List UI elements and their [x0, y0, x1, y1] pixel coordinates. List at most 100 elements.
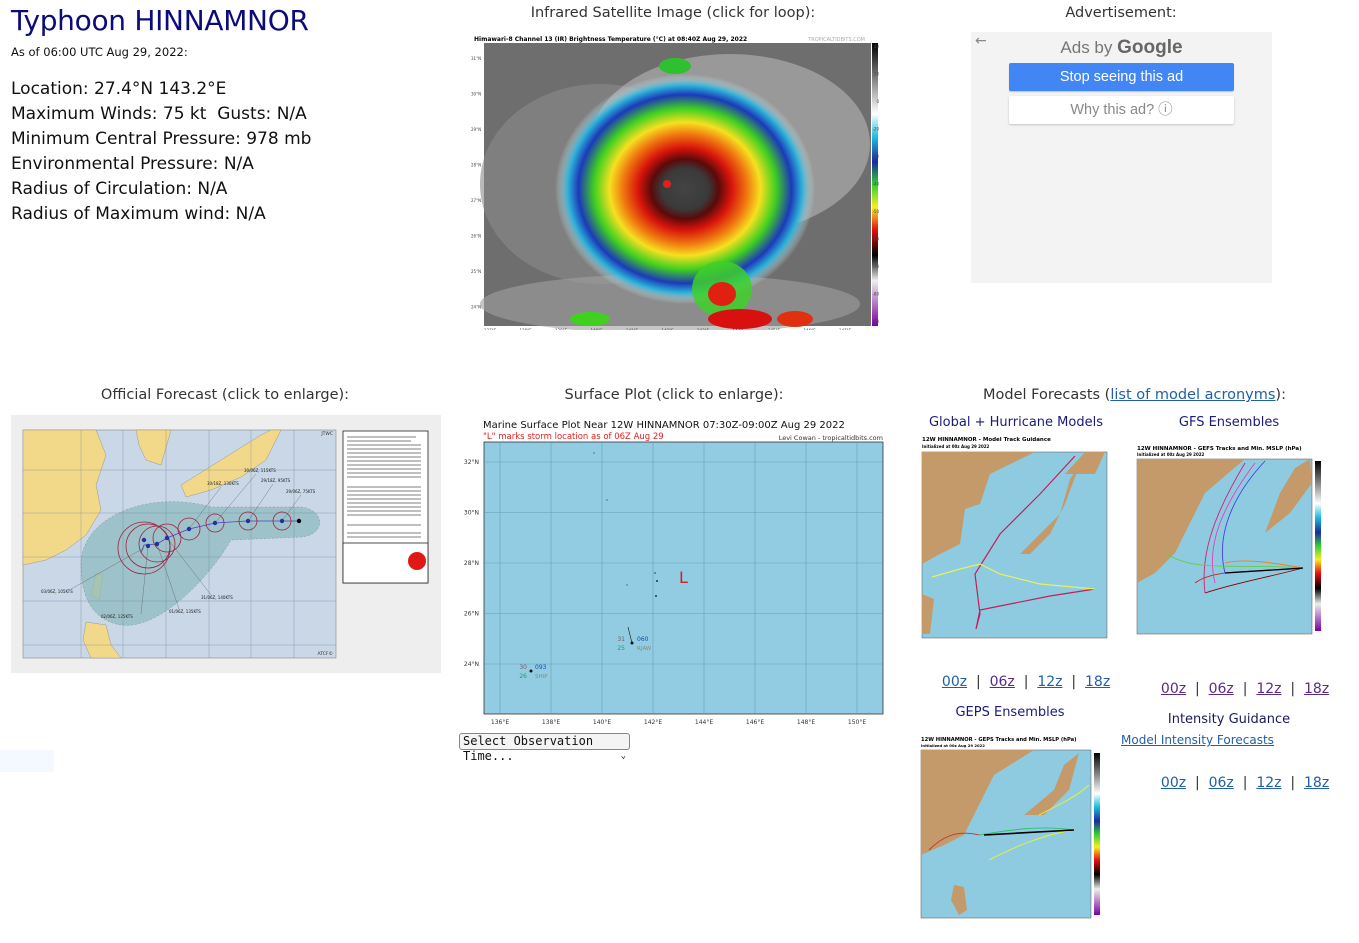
obs-temp: 31 — [617, 636, 625, 643]
typhoon-legend-icon — [408, 552, 426, 570]
forecast-point-label: 03/06Z, 105KTS — [41, 589, 73, 594]
fact-radius-circulation: Radius of Circulation: N/A — [11, 179, 228, 199]
colorbar-tick-label: -80 — [872, 292, 879, 297]
intensity-run-12z[interactable]: 12z — [1256, 775, 1281, 791]
separator: | — [1290, 775, 1296, 791]
global-run-links: 00z | 06z | 12z | 18z — [933, 658, 1110, 690]
model-forecasts-prefix: Model Forecasts ( — [983, 387, 1111, 403]
colorbar-tick-label: 20 — [874, 72, 880, 77]
lon-tick-label: 145°E — [768, 328, 781, 330]
official-forecast-title: Official Forecast (click to enlarge): — [100, 387, 350, 403]
colorbar-tick-label: -90 — [872, 319, 879, 324]
lon-tick-label: 137°E — [484, 328, 497, 330]
lat-tick-label: 30°N — [464, 510, 479, 517]
lon-tick-label: 138°E — [542, 719, 560, 726]
obs-dewpoint: 26 — [519, 673, 527, 680]
lon-tick-label: 138°E — [520, 328, 533, 330]
model-acronyms-link[interactable]: list of model acronyms — [1110, 387, 1275, 403]
fact-min-pressure: Minimum Central Pressure: 978 mb — [11, 129, 312, 149]
gefs-run-links: 00z | 06z | 12z | 18z — [1152, 665, 1329, 697]
colorbar-tick-label: -60 — [872, 237, 879, 242]
surface-plot-image-link[interactable]: Marine Surface Plot Near 12W HINNAMNOR 0… — [455, 413, 893, 733]
separator: | — [1023, 674, 1029, 690]
official-forecast-image-link[interactable]: 29/06Z, 75KTS 29/18Z, 95KTS 30/06Z, 115K… — [11, 415, 441, 673]
lat-tick-label: 31°N — [471, 56, 481, 61]
jtwc-label: JTWC — [320, 431, 333, 437]
atcf-label: ATCF© — [318, 650, 333, 657]
lon-tick-label: 140°E — [591, 328, 604, 330]
gefs-run-00z[interactable]: 00z — [1161, 681, 1186, 697]
lon-tick-label: 144°E — [733, 328, 746, 330]
advertisement-title: Advertisement: — [1065, 5, 1177, 21]
global-models-image-link[interactable]: 12W HINNAMNOR - Model Track Guidance Ini… — [920, 434, 1110, 640]
geps-ensembles-image-link[interactable]: 12W HINNAMNOR - GEPS Tracks and Min. MSL… — [919, 735, 1104, 920]
forecast-point-label: 29/06Z, 75KTS — [286, 489, 316, 494]
fact-env-pressure: Environmental Pressure: N/A — [11, 154, 254, 174]
fact-location: Location: 27.4°N 143.2°E — [11, 79, 227, 99]
lat-tick-label: 26°N — [471, 234, 481, 239]
ads-by-google[interactable]: Ads by Google — [971, 37, 1272, 59]
lon-tick-label: 141°E — [626, 328, 639, 330]
lat-tick-label: 26°N — [464, 611, 479, 618]
satellite-image-link[interactable]: Himawari-8 Channel 13 (IR) Brightness Te… — [470, 34, 880, 330]
lon-tick-label: 144°E — [695, 719, 713, 726]
station-rjaw-marker — [630, 641, 634, 645]
lat-tick-label: 24°N — [464, 661, 479, 668]
current-position-marker — [296, 518, 302, 524]
as-of-timestamp: As of 06:00 UTC Aug 29, 2022: — [11, 45, 188, 59]
global-run-00z[interactable]: 00z — [942, 674, 967, 690]
lon-tick-label: 142°E — [644, 719, 662, 726]
global-run-18z[interactable]: 18z — [1085, 674, 1110, 690]
intensity-run-06z[interactable]: 06z — [1209, 775, 1234, 791]
model-intensity-forecasts-link[interactable]: Model Intensity Forecasts — [1121, 733, 1274, 747]
global-run-12z[interactable]: 12z — [1037, 674, 1062, 690]
separator: | — [1194, 775, 1200, 791]
obs-station-id: SHIP — [535, 674, 548, 680]
global-image-title: 12W HINNAMNOR - Model Track Guidance — [922, 437, 1051, 443]
observation-time-selected: Select Observation Time... — [463, 734, 594, 763]
satellite-image-title: Himawari-8 Channel 13 (IR) Brightness Te… — [474, 36, 747, 43]
forecast-point-label: 02/06Z, 125KTS — [101, 614, 133, 619]
model-forecasts-title: Model Forecasts (list of model acronyms)… — [910, 387, 1359, 403]
storm-location-note: "L" marks storm location as of 06Z Aug 2… — [483, 432, 664, 442]
station-ship-marker — [529, 669, 533, 673]
stop-seeing-ad-button[interactable]: Stop seeing this ad — [1009, 63, 1234, 91]
ads-by-label: Ads by — [1060, 38, 1113, 57]
separator: | — [1242, 681, 1248, 697]
gefs-run-06z[interactable]: 06z — [1209, 681, 1234, 697]
geps-image-subtitle: Initialized at 00z Aug 29 2022 — [921, 743, 985, 748]
intensity-run-18z[interactable]: 18z — [1304, 775, 1329, 791]
lat-tick-label: 27°N — [471, 198, 481, 203]
gefs-run-12z[interactable]: 12z — [1256, 681, 1281, 697]
intensity-guidance-title: Intensity Guidance — [1167, 712, 1291, 727]
obs-pressure: 093 — [535, 664, 547, 671]
why-this-ad-button[interactable]: Why this ad? ⓘ — [1009, 96, 1234, 124]
forecast-point-label: 31/06Z, 140KTS — [201, 595, 233, 600]
model-forecasts-suffix: ): — [1275, 387, 1286, 403]
separator: | — [975, 674, 981, 690]
satellite-credit: TROPICALTIDBITS.COM — [807, 37, 865, 43]
separator: | — [1242, 775, 1248, 791]
lon-tick-label: 146°E — [746, 719, 764, 726]
surface-plot-title: Surface Plot (click to enlarge): — [564, 387, 784, 403]
faded-widget — [0, 750, 54, 772]
lat-tick-label: 30°N — [471, 92, 481, 97]
colorbar-tick-label: -40 — [872, 182, 879, 187]
obs-pressure: 060 — [637, 636, 649, 643]
storm-facts: Location: 27.4°N 143.2°E Maximum Winds: … — [11, 77, 311, 227]
global-run-06z[interactable]: 06z — [990, 674, 1015, 690]
storm-title: Typhoon HINNAMNOR — [11, 4, 309, 37]
lat-tick-label: 25°N — [471, 269, 481, 274]
obs-station-id: RJAW — [637, 646, 652, 652]
colorbar-tick-label: -20 — [872, 127, 879, 132]
obs-temp: 30 — [519, 664, 527, 671]
intensity-run-00z[interactable]: 00z — [1161, 775, 1186, 791]
lon-tick-label: 143°E — [697, 328, 710, 330]
storm-eye-marker — [663, 180, 671, 188]
observation-time-select[interactable]: Select Observation Time... ⌄ — [459, 733, 630, 763]
lon-tick-label: 150°E — [848, 719, 866, 726]
gfs-ensembles-image-link[interactable]: 12W HINNAMNOR - GEFS Tracks and Min. MSL… — [1135, 443, 1325, 638]
gefs-run-18z[interactable]: 18z — [1304, 681, 1329, 697]
gefs-image-subtitle: Initialized at 00z Aug 29 2022 — [1137, 452, 1205, 457]
colorbar-tick-label: -70 — [872, 264, 879, 269]
